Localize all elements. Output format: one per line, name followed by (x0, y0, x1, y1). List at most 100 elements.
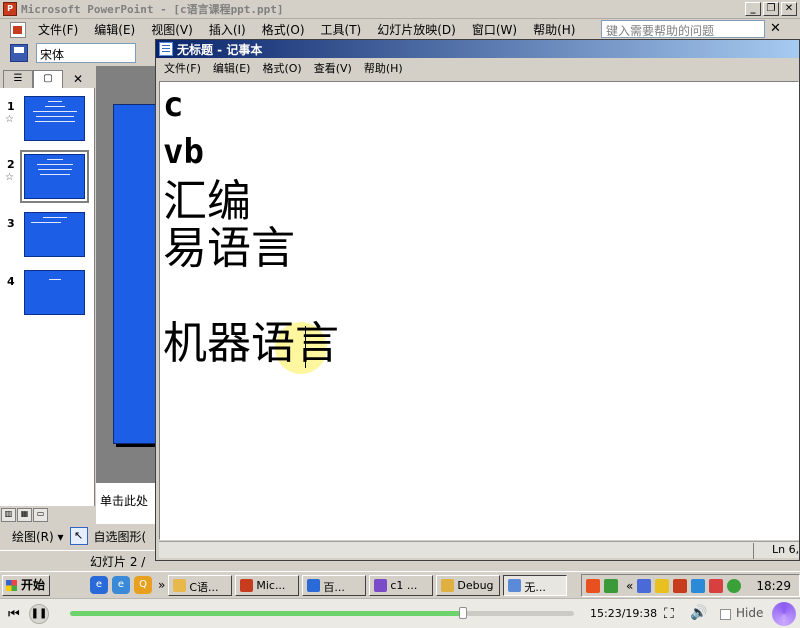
notepad-text-area[interactable]: c vb 汇编 易语言 机器语言 (159, 81, 799, 540)
player-logo-icon (772, 602, 796, 626)
video-player-bar: ⏮ ❚❚ 15:23/19:38 ⛶ 🔊 Hide (0, 598, 800, 628)
progress-track[interactable] (70, 607, 574, 619)
qq-icon[interactable]: Q (134, 576, 152, 594)
notepad-status-bar: Ln 6, (159, 542, 799, 560)
clock: 18:29 (756, 579, 791, 593)
close-document-icon[interactable]: ✕ (770, 21, 781, 36)
font-name-box[interactable]: 宋体 (36, 43, 136, 63)
notes-pane[interactable]: 单击此处 (96, 482, 156, 524)
hide-label: Hide (736, 606, 764, 620)
notepad-icon (159, 42, 173, 56)
restore-button[interactable]: ❐ (763, 2, 779, 16)
slide-number: 4 (7, 275, 15, 288)
current-slide[interactable] (113, 104, 156, 444)
draw-menu-button[interactable]: 绘图(R) ▾ (12, 528, 64, 545)
slide-number: 3 (7, 217, 15, 230)
menu-help[interactable]: 帮助(H) (525, 21, 583, 38)
slide-number: 2 (7, 158, 15, 171)
text-line: 汇编 (163, 176, 251, 227)
security-icon[interactable] (727, 578, 742, 593)
animation-star-icon: ☆ (5, 172, 14, 183)
app-tray-icon[interactable] (673, 578, 688, 593)
slide-thumbnail-4[interactable] (24, 270, 85, 315)
skip-back-icon[interactable]: ⏮ (8, 607, 20, 622)
document-icon[interactable] (10, 21, 26, 38)
menu-edit[interactable]: 编辑(E) (86, 21, 143, 38)
menu-tools[interactable]: 工具(T) (313, 21, 370, 38)
slide-thumbnail-3[interactable] (24, 212, 85, 257)
notepad-menu-bar: 文件(F) 编辑(E) 格式(O) 查看(V) 帮助(H) (156, 58, 799, 78)
fullscreen-icon[interactable]: ⛶ (664, 606, 674, 622)
notepad-title-bar: 无标题 - 记事本 (156, 40, 799, 58)
np-menu-format[interactable]: 格式(O) (256, 60, 307, 76)
task-button[interactable]: 无... (503, 574, 568, 596)
slide-thumbnail-2[interactable] (24, 154, 85, 199)
browser-icon[interactable]: e (112, 576, 130, 594)
pane-tabs: ☰ ▢ ✕ (0, 68, 95, 88)
menu-window[interactable]: 窗口(W) (464, 21, 525, 38)
slideshow-view-icon[interactable]: ▭ (33, 508, 48, 522)
tray-expand-icon[interactable]: « (626, 579, 633, 593)
outline-tab-icon[interactable]: ☰ (3, 70, 33, 88)
powerpoint-icon: P (3, 2, 17, 16)
slide-editing-area (96, 66, 156, 482)
task-button[interactable]: 百... (302, 574, 367, 596)
np-menu-view[interactable]: 查看(V) (308, 60, 358, 76)
animation-star-icon: ☆ (5, 114, 14, 125)
text-line: c (163, 85, 184, 125)
usb-icon[interactable] (604, 578, 618, 593)
taskbar: 开始 e e Q » C语... Mic... 百... c1 ... Debu… (0, 571, 800, 598)
app-tray-icon[interactable] (655, 578, 670, 593)
ppt-title-bar: P Microsoft PowerPoint - [c语言课程ppt.ppt] … (0, 0, 800, 19)
text-line: 机器语言 (163, 318, 339, 369)
autoshapes-menu[interactable]: 自选图形( (94, 528, 147, 545)
close-pane-icon[interactable]: ✕ (73, 70, 83, 88)
minimize-button[interactable]: _ (745, 2, 761, 16)
np-menu-help[interactable]: 帮助(H) (358, 60, 409, 76)
slides-tab-icon[interactable]: ▢ (33, 70, 63, 88)
hide-checkbox[interactable] (720, 609, 731, 620)
menu-view[interactable]: 视图(V) (143, 21, 201, 38)
start-button[interactable]: 开始 (2, 574, 50, 596)
close-button[interactable]: ✕ (781, 2, 797, 16)
np-menu-file[interactable]: 文件(F) (158, 60, 207, 76)
slide-thumbnail-pane: 1 ☆ 2 ☆ 3 4 (0, 88, 95, 506)
ie-icon[interactable]: e (90, 576, 108, 594)
menu-slideshow[interactable]: 幻灯片放映(D) (369, 21, 464, 38)
help-search-input[interactable]: 键入需要帮助的问题 (601, 20, 765, 38)
cursor-position: Ln 6, (753, 543, 799, 559)
np-menu-edit[interactable]: 编辑(E) (207, 60, 257, 76)
quick-launch-more-icon[interactable]: » (158, 578, 165, 592)
drawing-toolbar: 绘图(R) ▾ ↖ 自选图形( (0, 524, 160, 548)
task-button[interactable]: Mic... (235, 574, 300, 596)
text-line: 易语言 (163, 223, 295, 274)
save-icon[interactable] (10, 44, 28, 62)
slide-number: 1 (7, 100, 15, 113)
task-button[interactable]: c1 ... (369, 574, 434, 596)
playback-time: 15:23/19:38 (590, 607, 658, 620)
notepad-title: 无标题 - 记事本 (177, 42, 263, 57)
pause-button[interactable]: ❚❚ (29, 604, 49, 624)
text-line: vb (163, 132, 204, 172)
menu-insert[interactable]: 插入(I) (201, 21, 254, 38)
progress-fill (70, 611, 464, 616)
normal-view-icon[interactable]: ▥ (1, 508, 16, 522)
system-tray: « 18:29 (581, 574, 800, 597)
network-icon[interactable] (637, 578, 652, 593)
select-arrow-icon[interactable]: ↖ (69, 527, 88, 545)
task-button[interactable]: Debug (436, 574, 501, 596)
menu-file[interactable]: 文件(F) (30, 21, 86, 38)
app-tray-icon[interactable] (709, 578, 724, 593)
task-button[interactable]: C语... (168, 574, 233, 596)
sogou-icon[interactable] (586, 578, 600, 593)
menu-format[interactable]: 格式(O) (254, 21, 313, 38)
volume-icon[interactable]: 🔊 (690, 605, 707, 621)
progress-thumb[interactable] (459, 607, 468, 619)
slide-thumbnail-1[interactable] (24, 96, 85, 141)
ppt-toolbar: 宋体 (0, 40, 155, 66)
view-buttons: ▥ ▦ ▭ (0, 508, 95, 524)
text-caret (305, 326, 306, 368)
ppt-window-title: Microsoft PowerPoint - [c语言课程ppt.ppt] (21, 3, 284, 16)
app-tray-icon[interactable] (691, 578, 706, 593)
sorter-view-icon[interactable]: ▦ (17, 508, 32, 522)
